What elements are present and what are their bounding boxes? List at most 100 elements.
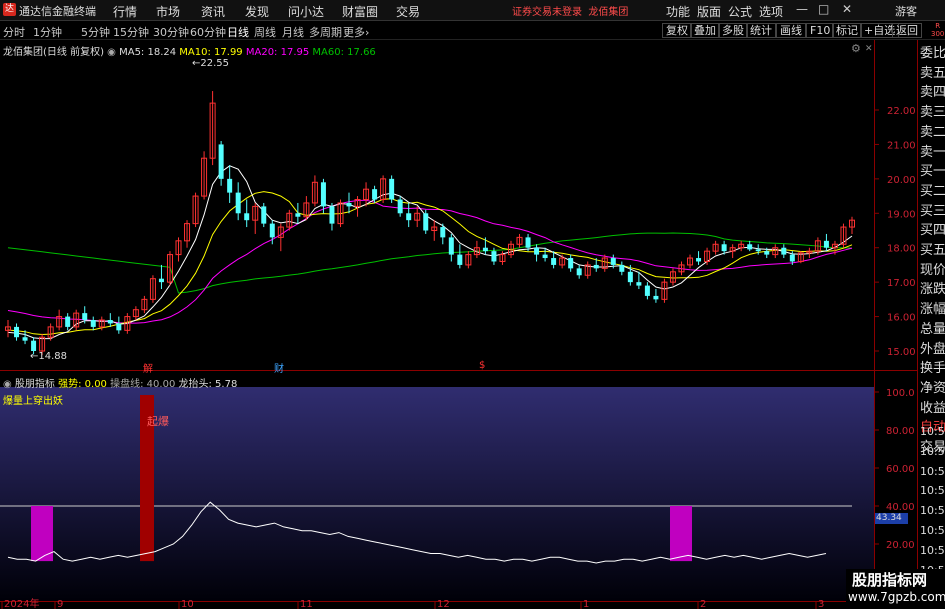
candle-body xyxy=(397,199,403,214)
price-tick-label: 21.00 xyxy=(887,140,916,151)
login-status[interactable]: 证券交易未登录 龙佰集团 xyxy=(512,3,628,18)
candle-body xyxy=(619,264,625,272)
date-tick-label: 2 xyxy=(700,599,706,609)
high-price-value: 22.55 xyxy=(200,58,230,69)
panel-label: 买二 xyxy=(920,183,945,199)
menu-item-function[interactable]: 功能 xyxy=(666,3,690,20)
tab-60min[interactable]: 60分钟 xyxy=(190,24,226,40)
maximize-icon[interactable]: □ xyxy=(818,2,829,16)
minimize-icon[interactable]: — xyxy=(796,2,808,16)
indicator-dragon: 龙抬头: 5.78 xyxy=(178,379,238,390)
event-mark-dividend[interactable]: $ xyxy=(479,360,485,371)
tab-multi-period[interactable]: 多周期 xyxy=(309,24,342,40)
candle-body xyxy=(576,268,582,276)
menu-item-exchange[interactable]: 市场 xyxy=(156,3,180,20)
panel-label: 涨跌 xyxy=(920,282,945,298)
tab-more[interactable]: 更多› xyxy=(343,24,369,40)
tab-monthly[interactable]: 月线 xyxy=(282,24,304,40)
ma10-label: MA10: 17.99 xyxy=(179,47,243,58)
menu-item-market[interactable]: 行情 xyxy=(113,3,137,20)
panel-time: 10:59 xyxy=(920,444,945,458)
close-icon[interactable]: ✕ xyxy=(842,2,852,16)
panel-label: 外盘 xyxy=(920,341,945,357)
tab-1min[interactable]: 1分钟 xyxy=(33,24,62,40)
overlay-button[interactable]: 叠加 xyxy=(690,23,720,38)
candle-body xyxy=(244,213,250,221)
panel-label: 买五 xyxy=(920,243,945,258)
panel-label: 卖四 xyxy=(920,85,945,101)
tab-intraday[interactable]: 分时 xyxy=(3,24,25,40)
settings-circle-icon[interactable]: ◉ xyxy=(107,47,116,58)
event-mark-finance[interactable]: 财 xyxy=(274,360,284,375)
ma60-line xyxy=(7,232,853,294)
candle-body xyxy=(107,320,113,324)
candle-body xyxy=(261,206,267,224)
price-tick-label: 18.00 xyxy=(887,244,916,255)
tab-more-label: 更多 xyxy=(343,26,365,39)
candle-body xyxy=(696,258,702,262)
panel-time: 10:59 xyxy=(920,524,945,537)
candle-body xyxy=(482,247,488,252)
chevron-right-icon: › xyxy=(365,26,370,39)
menu-item-layout[interactable]: 版面 xyxy=(697,3,721,20)
tab-daily[interactable]: 日线 xyxy=(227,24,249,40)
panel-label: 换手 xyxy=(920,361,945,377)
candle-body xyxy=(389,178,395,200)
date-tick-label: 11 xyxy=(300,599,313,609)
tab-30min[interactable]: 30分钟 xyxy=(153,24,189,40)
event-mark-unlock[interactable]: 解 xyxy=(143,360,153,375)
indicator-current-value: 43.34 xyxy=(875,513,908,524)
gear-icon[interactable]: ⚙ xyxy=(851,42,861,55)
candle-body xyxy=(823,240,829,248)
date-tick-label: 12 xyxy=(437,599,450,609)
indicator-settings-icon[interactable]: ◉ xyxy=(3,379,12,390)
menu-item-options[interactable]: 选项 xyxy=(759,3,783,20)
scroll-indicator: R 300 xyxy=(931,22,944,38)
candle-body xyxy=(781,247,787,255)
menu-item-assistant[interactable]: 问小达 xyxy=(288,3,324,20)
candle-body xyxy=(448,237,454,255)
price-tick-label: 16.00 xyxy=(887,313,916,324)
ma60-path xyxy=(7,232,853,294)
menu-item-trade[interactable]: 交易 xyxy=(396,3,420,20)
ind-tick-label: 80.00 xyxy=(886,426,915,437)
tab-15min[interactable]: 15分钟 xyxy=(113,24,149,40)
tab-5min[interactable]: 5分钟 xyxy=(81,24,110,40)
close-pane-icon[interactable]: ✕ xyxy=(865,44,873,54)
chart-area[interactable]: 22.00 21.00 20.00 19.00 18.00 17.00 16.00 15.00… xyxy=(0,40,917,609)
menu-item-formula[interactable]: 公式 xyxy=(728,3,752,20)
guest-login[interactable]: 游客 xyxy=(895,3,917,19)
draw-line-button[interactable]: 画线 xyxy=(776,23,806,38)
menu-item-news[interactable]: 资讯 xyxy=(201,3,225,20)
back-button[interactable]: 返回 xyxy=(892,23,922,38)
candle-body xyxy=(764,251,770,255)
panel-label: 总量 xyxy=(920,321,945,337)
candle-body xyxy=(534,247,540,255)
ma60-label: MA60: 17.66 xyxy=(312,47,376,58)
candle-body xyxy=(440,227,446,238)
panel-label: 卖二 xyxy=(920,124,945,140)
mark-button[interactable]: 标记 xyxy=(832,23,862,38)
candle-body xyxy=(593,264,599,269)
ind-tick-label: 100.0 xyxy=(886,388,915,399)
candle-body xyxy=(116,323,122,331)
date-tick-label: 10 xyxy=(181,599,194,609)
ma5-line xyxy=(7,165,853,340)
indicator-title[interactable]: 股朋指标 xyxy=(15,379,55,390)
indicator-strong: 强势: 0.00 xyxy=(58,379,107,390)
price-tick-label: 19.00 xyxy=(887,209,916,220)
ma20-label: MA20: 17.95 xyxy=(245,47,310,58)
statistics-button[interactable]: 统计 xyxy=(746,23,776,38)
candle-body xyxy=(789,254,795,262)
menu-item-wealth[interactable]: 财富圈 xyxy=(342,3,378,20)
f10-button[interactable]: F10 xyxy=(806,23,835,38)
menu-item-discover[interactable]: 发现 xyxy=(245,3,269,20)
tab-weekly[interactable]: 周线 xyxy=(254,24,276,40)
panel-time: 10:59 xyxy=(920,504,945,518)
candle-body xyxy=(627,271,633,283)
panel-label: 买三 xyxy=(920,203,945,219)
multi-stock-button[interactable]: 多股 xyxy=(718,23,748,38)
scroll-r-label: R xyxy=(935,22,941,30)
panel-time: 10:59 xyxy=(920,543,945,557)
adjust-button[interactable]: 复权 xyxy=(662,23,692,38)
